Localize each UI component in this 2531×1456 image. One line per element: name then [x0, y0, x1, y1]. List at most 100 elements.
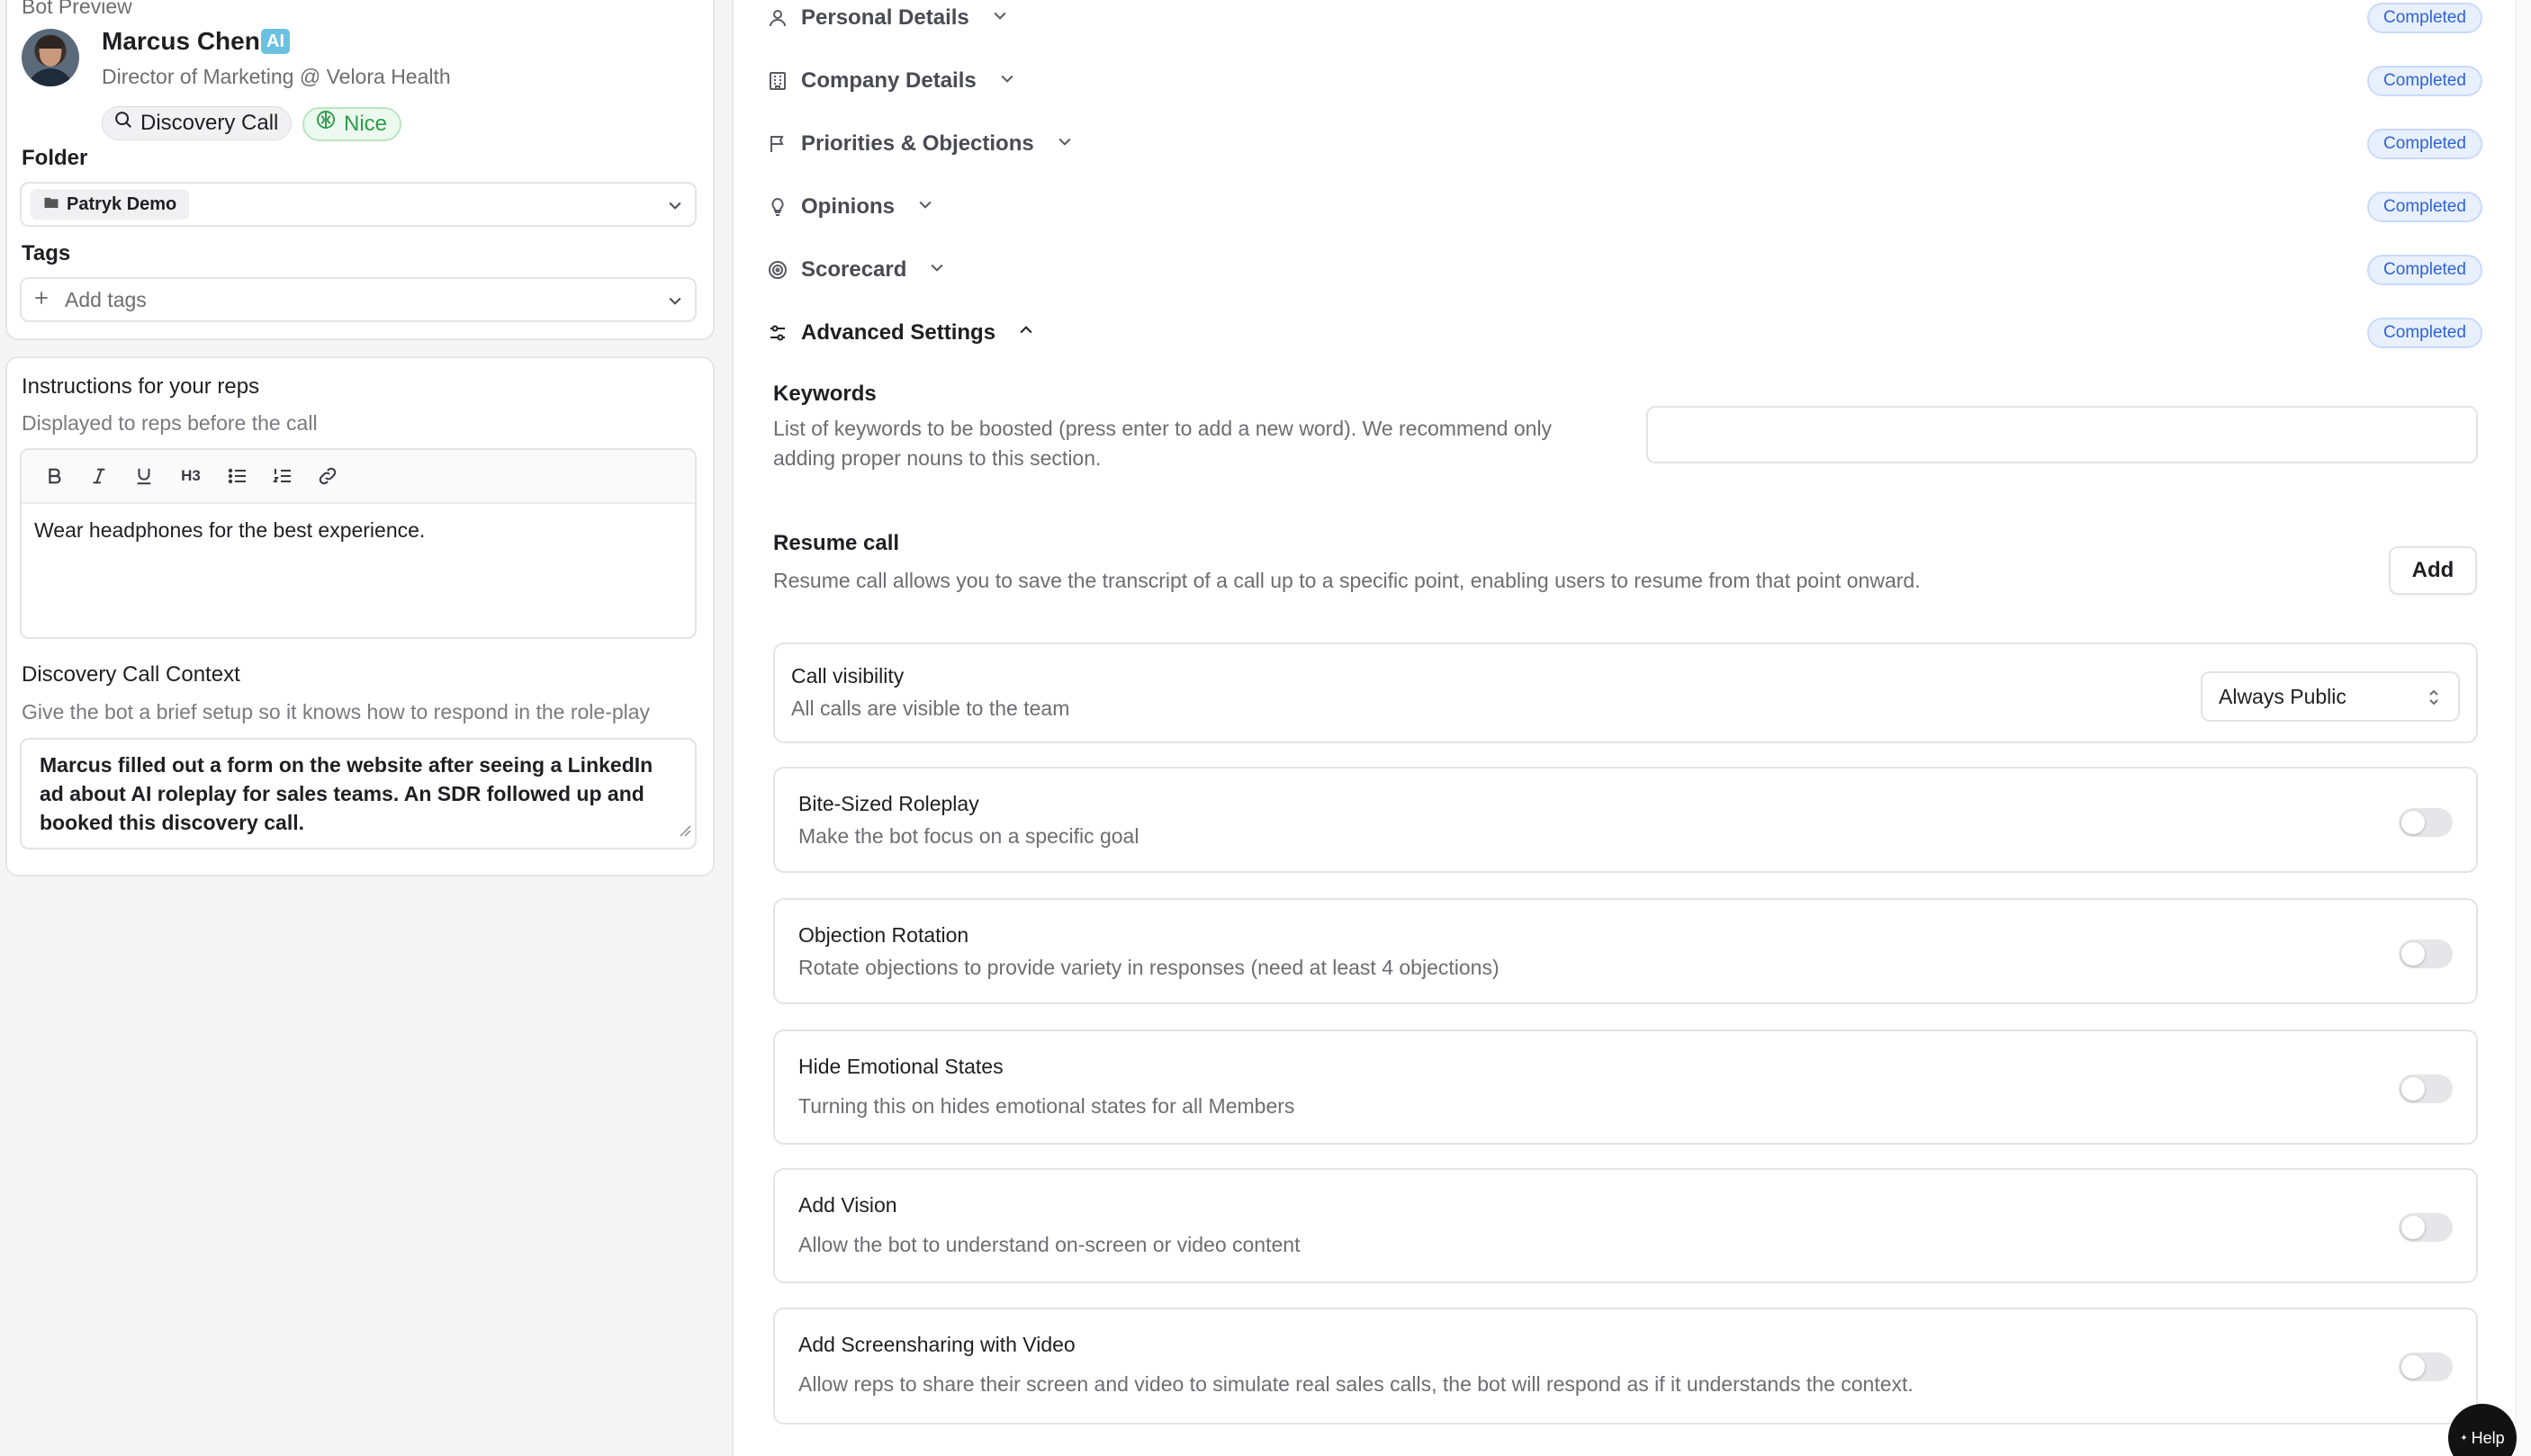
instructions-subtitle: Displayed to reps before the call — [22, 411, 318, 435]
section-label: Priorities & Objections — [801, 131, 1034, 156]
context-title: Discovery Call Context — [22, 662, 240, 687]
section-priorities-objections[interactable]: Priorities & Objections — [767, 131, 1074, 157]
bot-preview-label: Bot Preview — [22, 0, 132, 18]
status-badge: Completed — [2367, 192, 2482, 222]
section-company-details[interactable]: Company Details — [767, 68, 1016, 94]
chevron-up-down-icon — [2426, 688, 2442, 713]
toggle-card-add-vision: Add Vision Allow the bot to understand o… — [773, 1168, 2478, 1283]
toggle-description: Make the bot focus on a specific goal — [798, 824, 1139, 848]
call-visibility-label: Call visibility — [791, 664, 905, 688]
section-label: Personal Details — [801, 5, 969, 30]
toggle-label: Bite-Sized Roleplay — [798, 792, 979, 815]
toggle-description: Rotate objections to provide variety in … — [798, 956, 1500, 979]
instructions-title: Instructions for your reps — [22, 374, 260, 399]
target-icon — [767, 259, 788, 281]
chevron-up-icon — [1017, 320, 1035, 346]
section-label: Opinions — [801, 194, 895, 219]
toggle-label: Add Screensharing with Video — [798, 1333, 1076, 1356]
chevron-down-icon — [928, 257, 946, 283]
mood-pill: Nice — [302, 107, 402, 141]
call-visibility-select[interactable]: Always Public — [2201, 671, 2460, 722]
toggle-description: Turning this on hides emotional states f… — [798, 1094, 1295, 1118]
toggle-card-hide-emotional-states: Hide Emotional States Turning this on hi… — [773, 1029, 2478, 1145]
objection-rotation-toggle[interactable] — [2399, 939, 2453, 968]
chevron-down-icon — [666, 196, 684, 219]
folder-value: Patryk Demo — [67, 193, 177, 214]
toggle-card-objection-rotation: Objection Rotation Rotate objections to … — [773, 898, 2478, 1004]
underline-icon[interactable] — [131, 463, 157, 489]
chevron-down-icon — [991, 5, 1009, 31]
chevron-down-icon — [1056, 131, 1074, 157]
folder-label: Folder — [22, 146, 88, 170]
context-textarea[interactable]: Marcus filled out a form on the website … — [20, 738, 697, 849]
bullet-list-icon[interactable] — [225, 463, 250, 489]
flag-icon — [767, 133, 788, 155]
plus-icon — [32, 288, 50, 312]
brain-icon — [315, 108, 337, 140]
lightbulb-icon — [767, 196, 788, 218]
sparkle-icon: ✦ — [2460, 1433, 2468, 1443]
hide-emotional-states-toggle[interactable] — [2399, 1074, 2453, 1103]
section-label: Scorecard — [801, 257, 907, 282]
building-icon — [767, 70, 788, 92]
bold-icon[interactable] — [41, 463, 67, 489]
scrollbar[interactable] — [2516, 0, 2531, 1456]
heading-3-icon[interactable]: H3 — [176, 463, 205, 489]
toggle-card-bite-sized-roleplay: Bite-Sized Roleplay Make the bot focus o… — [773, 767, 2478, 873]
toggle-description: Allow the bot to understand on-screen or… — [798, 1233, 1301, 1256]
add-resume-point-button[interactable]: Add — [2389, 546, 2477, 595]
toggle-label: Objection Rotation — [798, 923, 969, 947]
toggle-label: Hide Emotional States — [798, 1055, 1004, 1078]
section-label: Company Details — [801, 68, 977, 93]
keywords-input[interactable] — [1646, 406, 2478, 463]
help-label: Help — [2471, 1428, 2505, 1447]
keywords-label: Keywords — [773, 382, 877, 406]
resume-call-description: Resume call allows you to save the trans… — [773, 569, 1921, 592]
call-type-pill: Discovery Call — [102, 106, 293, 140]
context-text[interactable]: Marcus filled out a form on the website … — [40, 753, 653, 834]
resize-grip-icon[interactable] — [679, 815, 691, 844]
section-personal-details[interactable]: Personal Details — [767, 5, 1009, 31]
sliders-icon — [767, 322, 788, 344]
context-subtitle: Give the bot a brief setup so it knows h… — [22, 700, 651, 724]
section-opinions[interactable]: Opinions — [767, 194, 934, 220]
chevron-down-icon — [998, 68, 1016, 94]
add-screensharing-toggle[interactable] — [2399, 1353, 2453, 1381]
status-badge: Completed — [2367, 66, 2482, 96]
persona-title: Director of Marketing @ Velora Health — [102, 65, 451, 88]
instructions-editor[interactable]: H3 Wear headphones for the best experien… — [20, 448, 697, 639]
persona-name: Marcus Chen — [102, 27, 260, 55]
user-icon — [767, 7, 788, 29]
bite-sized-roleplay-toggle[interactable] — [2399, 808, 2453, 837]
folder-icon — [43, 194, 59, 215]
status-badge: Completed — [2367, 3, 2482, 33]
chevron-down-icon — [666, 292, 684, 314]
status-badge: Completed — [2367, 318, 2482, 348]
keywords-description: List of keywords to be boosted (press en… — [773, 417, 1553, 470]
folder-chip: Patryk Demo — [31, 189, 190, 220]
section-scorecard[interactable]: Scorecard — [767, 257, 946, 283]
search-icon — [113, 107, 133, 139]
section-advanced-settings[interactable]: Advanced Settings — [767, 320, 1035, 346]
avatar — [22, 29, 79, 86]
editor-toolbar: H3 — [22, 450, 695, 504]
toggle-label: Add Vision — [798, 1193, 897, 1217]
resume-call-label: Resume call — [773, 531, 900, 555]
section-label: Advanced Settings — [801, 320, 996, 345]
link-icon[interactable] — [315, 463, 340, 489]
instructions-text[interactable]: Wear headphones for the best experience. — [22, 504, 695, 557]
call-visibility-value: Always Public — [2219, 684, 2346, 708]
call-type-label: Discovery Call — [140, 111, 279, 135]
tags-select[interactable]: Add tags — [20, 277, 697, 322]
mood-label: Nice — [344, 112, 388, 136]
italic-icon[interactable] — [86, 463, 112, 489]
chevron-down-icon — [916, 194, 934, 220]
add-tags-placeholder: Add tags — [65, 287, 147, 311]
status-badge: Completed — [2367, 129, 2482, 159]
call-visibility-card: Call visibility All calls are visible to… — [773, 643, 2478, 743]
status-badge: Completed — [2367, 255, 2482, 285]
numbered-list-icon[interactable] — [270, 463, 295, 489]
ai-badge: AI — [261, 29, 290, 54]
add-vision-toggle[interactable] — [2399, 1213, 2453, 1242]
folder-select[interactable]: Patryk Demo — [20, 182, 697, 227]
